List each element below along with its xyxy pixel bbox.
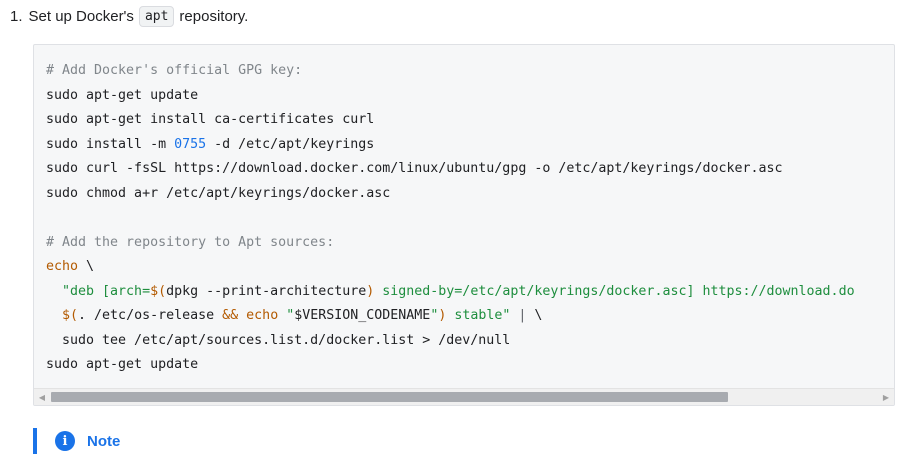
code-token: $( xyxy=(150,283,167,299)
code-line: sudo apt-get install ca-certificates cur… xyxy=(46,108,855,133)
code-token: echo xyxy=(246,308,279,323)
code-block[interactable]: # Add Docker's official GPG key: sudo apt… xyxy=(33,44,895,406)
note-label: Note xyxy=(87,432,121,450)
scrollbar-thumb[interactable] xyxy=(51,392,728,402)
step-number: 1. xyxy=(10,7,23,25)
code-token: sudo curl -fsSL https://download.docker.… xyxy=(46,161,783,176)
code-token: "deb [arch= xyxy=(46,283,151,299)
code-token: \ xyxy=(534,308,543,323)
code-token: sudo tee /etc/apt/sources.list.d/docker.… xyxy=(46,332,511,348)
code-token: # Add the repository to Apt sources: xyxy=(46,234,335,250)
code-line: sudo tee /etc/apt/sources.list.d/docker.… xyxy=(46,329,855,354)
code-line: sudo chmod a+r /etc/apt/keyrings/docker.… xyxy=(46,182,855,207)
code-line: echo \ xyxy=(46,255,855,280)
code-token: . /etc/os-release xyxy=(78,308,223,323)
code-line: # Add the repository to Apt sources: xyxy=(46,231,855,256)
code-line: # Add Docker's official GPG key: xyxy=(46,59,855,84)
code-token: sudo apt-get update xyxy=(46,87,199,103)
code-token: sudo apt-get update xyxy=(46,357,199,372)
step-heading: 1. Set up Docker's apt repository. xyxy=(10,4,248,28)
code-line: $(. /etc/os-release && echo "$VERSION_CO… xyxy=(46,304,855,329)
horizontal-scrollbar[interactable]: ◀ ▶ xyxy=(34,388,894,405)
code-token: # Add Docker's official GPG key: xyxy=(46,63,303,78)
code-line: sudo apt-get update xyxy=(46,84,855,109)
scroll-right-arrow-icon[interactable]: ▶ xyxy=(878,389,894,405)
code-token: -d /etc/apt/keyrings xyxy=(206,136,375,152)
inline-code-apt: apt xyxy=(138,5,175,27)
code-line: sudo install -m 0755 -d /etc/apt/keyring… xyxy=(46,133,855,158)
note-callout: i Note xyxy=(33,428,120,454)
code-token: $VERSION_CODENAME xyxy=(294,308,431,323)
code-line: sudo apt-get update xyxy=(46,353,855,378)
code-token: && xyxy=(222,308,239,323)
info-icon: i xyxy=(55,431,75,451)
step-text-after: repository. xyxy=(179,7,249,25)
code-token: sudo install -m xyxy=(46,136,175,152)
code-token: sudo apt-get install ca-certificates cur… xyxy=(46,112,375,127)
code-token: \ xyxy=(78,259,95,274)
code-line: sudo curl -fsSL https://download.docker.… xyxy=(46,157,855,182)
code-token: $( xyxy=(62,308,79,323)
code-token: echo xyxy=(46,259,79,274)
code-line: "deb [arch=$(dpkg --print-architecture) … xyxy=(46,280,855,305)
code-token: sudo chmod a+r /etc/apt/keyrings/docker.… xyxy=(46,185,391,201)
code-lines: # Add Docker's official GPG key: sudo apt… xyxy=(46,59,855,378)
code-token: stable" xyxy=(446,308,511,323)
scroll-left-arrow-icon[interactable]: ◀ xyxy=(34,389,50,405)
code-token: | xyxy=(510,308,535,323)
code-token: dpkg --print-architecture xyxy=(166,283,367,299)
step-text-before: Set up Docker's xyxy=(28,7,134,25)
code-token: " xyxy=(278,308,295,323)
code-token: signed-by=/etc/apt/keyrings/docker.asc] … xyxy=(374,283,855,299)
code-token: 0755 xyxy=(174,136,207,152)
